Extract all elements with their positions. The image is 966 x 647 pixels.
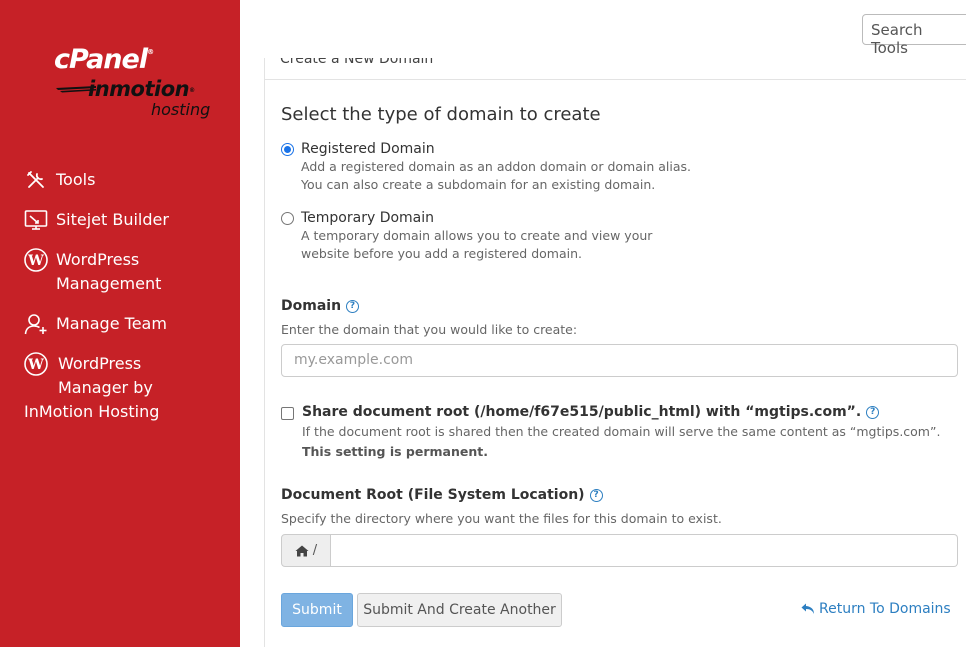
sidebar-item-label: WordPress Manager by xyxy=(58,354,153,397)
wordpress-icon: W xyxy=(24,248,48,272)
share-docroot-row: Share document root (/home/f67e515/publi… xyxy=(281,404,962,462)
top-bar xyxy=(240,0,966,58)
breadcrumb: Create a New Domain xyxy=(265,58,966,80)
sidebar-item-wordpress-management[interactable]: W WordPress Management xyxy=(24,248,161,296)
sidebar: cPanel® inmotion® hosting Tools Sitejet … xyxy=(0,0,240,647)
sidebar-item-wordpress-manager[interactable]: W WordPress Manager by xyxy=(24,352,153,400)
domain-input[interactable]: my.example.com xyxy=(281,344,958,377)
docroot-label-text: Document Root (File System Location) xyxy=(281,487,585,503)
help-icon[interactable]: ? xyxy=(589,488,603,502)
search-tools-input[interactable]: Search Tools xyxy=(862,14,966,57)
main-content: Create a New Domain Select the type of d… xyxy=(264,58,966,647)
docroot-label: Document Root (File System Location) ? xyxy=(281,487,603,503)
registered-domain-desc: Add a registered domain as an addon doma… xyxy=(301,159,691,192)
help-icon[interactable]: ? xyxy=(346,299,360,313)
svg-text:W: W xyxy=(27,253,44,269)
share-docroot-desc-text: If the document root is shared then the … xyxy=(302,424,941,439)
sidebar-item-manage-team[interactable]: Manage Team xyxy=(24,312,167,336)
domain-label: Domain ? xyxy=(281,298,360,314)
temporary-domain-label: Temporary Domain xyxy=(301,210,435,226)
domain-label-text: Domain xyxy=(281,298,342,314)
svg-text:W: W xyxy=(27,357,44,373)
help-icon[interactable]: ? xyxy=(866,405,880,419)
submit-button[interactable]: Submit xyxy=(281,593,353,627)
home-icon xyxy=(295,545,309,556)
hosting-wordmark: hosting xyxy=(151,100,211,119)
registered-domain-label: Registered Domain xyxy=(301,141,435,157)
cpanel-inmotion-logo[interactable]: cPanel® inmotion® hosting xyxy=(52,44,227,126)
sidebar-item-tools[interactable]: Tools xyxy=(24,168,95,192)
sidebar-item-label: Sitejet Builder xyxy=(56,210,169,229)
sidebar-item-sitejet[interactable]: Sitejet Builder xyxy=(24,208,169,232)
inmotion-wordmark: inmotion® xyxy=(88,77,195,101)
cpanel-wordmark: cPanel® xyxy=(54,44,154,75)
docroot-hint: Specify the directory where you want the… xyxy=(281,511,722,526)
return-to-domains-link[interactable]: Return To Domains xyxy=(801,601,951,617)
return-to-domains-text: Return To Domains xyxy=(819,601,951,617)
docroot-prefix: / xyxy=(281,534,331,567)
submit-and-create-another-button[interactable]: Submit And Create Another xyxy=(357,593,562,627)
temporary-domain-radio[interactable] xyxy=(281,212,294,225)
sidebar-item-label: Manage Team xyxy=(56,314,167,333)
domain-placeholder: my.example.com xyxy=(294,352,413,368)
option-registered-domain[interactable]: Registered Domain Add a registered domai… xyxy=(281,140,691,194)
temporary-domain-desc: A temporary domain allows you to create … xyxy=(301,228,653,261)
docroot-input-group: / xyxy=(281,534,958,567)
share-docroot-label[interactable]: Share document root (/home/f67e515/publi… xyxy=(302,404,962,420)
sidebar-item-label: InMotion Hosting xyxy=(24,402,160,421)
reply-icon xyxy=(801,603,814,614)
share-docroot-checkbox[interactable] xyxy=(281,407,294,420)
wordpress-icon: W xyxy=(24,352,48,376)
sidebar-item-label: Tools xyxy=(56,170,96,189)
docroot-prefix-slash: / xyxy=(312,543,318,558)
sidebar-item-wordpress-manager-tail[interactable]: InMotion Hosting xyxy=(24,400,159,424)
sitejet-icon xyxy=(24,208,48,232)
section-heading: Select the type of domain to create xyxy=(281,104,601,125)
sidebar-item-label: WordPress Management xyxy=(56,250,162,293)
share-docroot-label-text: Share document root (/home/f67e515/publi… xyxy=(302,404,862,420)
tools-icon xyxy=(24,168,48,192)
user-plus-icon xyxy=(24,312,48,336)
domain-hint: Enter the domain that you would like to … xyxy=(281,322,578,337)
registered-domain-radio[interactable] xyxy=(281,143,294,156)
share-docroot-permanent-note: This setting is permanent. xyxy=(302,444,488,459)
option-temporary-domain[interactable]: Temporary Domain A temporary domain allo… xyxy=(281,209,652,263)
share-docroot-desc: If the document root is shared then the … xyxy=(302,422,962,462)
page-title: Create a New Domain xyxy=(280,58,434,67)
docroot-input[interactable] xyxy=(331,534,958,567)
